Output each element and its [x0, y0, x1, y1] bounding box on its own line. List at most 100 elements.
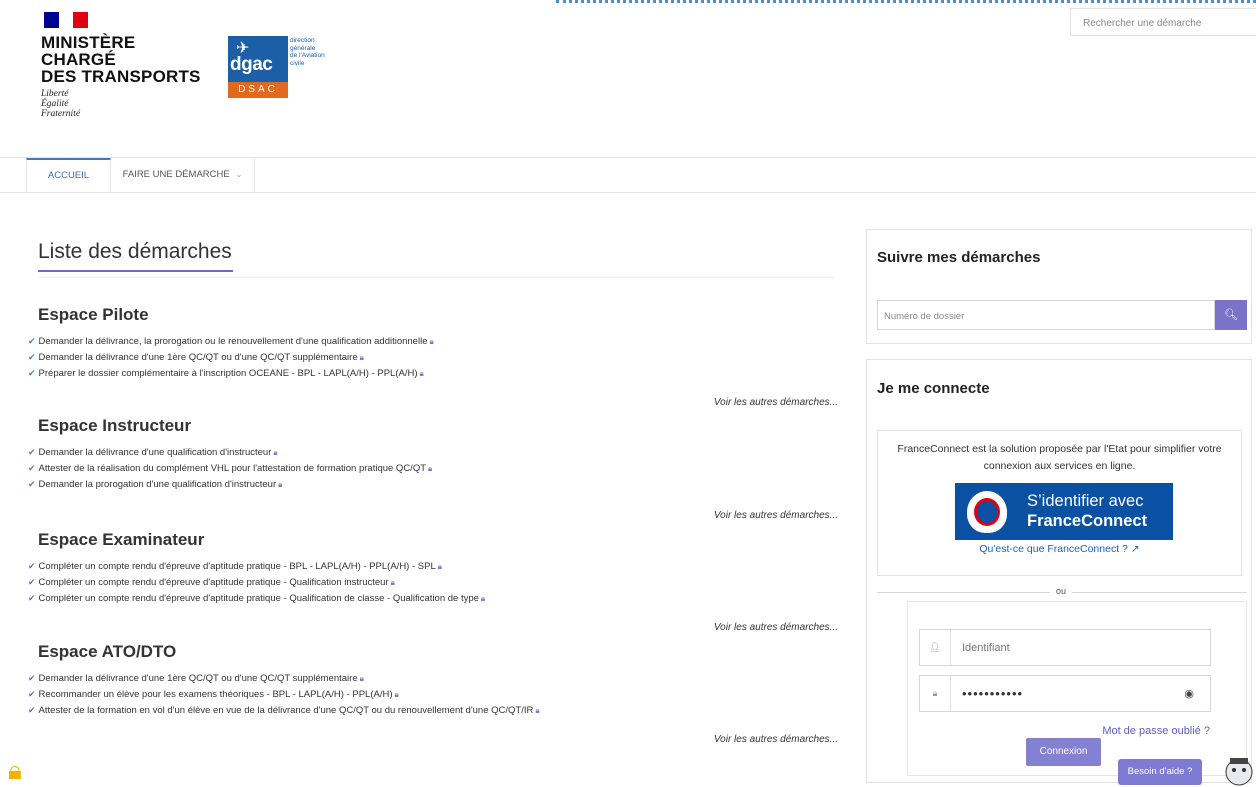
- franceconnect-box: FranceConnect est la solution proposée p…: [877, 430, 1242, 576]
- demarche-list: ✔ Compléter un compte rendu d'épreuve d'a…: [28, 558, 848, 606]
- ministry-line: CHARGÉ: [41, 50, 116, 69]
- check-icon: ✔: [28, 447, 36, 457]
- tab-label: ACCUEIL: [47, 170, 90, 181]
- identifiant-placeholder: Identifiant: [962, 642, 1010, 654]
- password-value: •••••••••••: [962, 686, 1024, 701]
- demarche-item[interactable]: ✔ Compléter un compte rendu d'épreuve d'a…: [28, 574, 848, 590]
- demarche-label: Recommander un élève pour les examens th…: [38, 689, 393, 700]
- voir-autres-link[interactable]: Voir les autres démarches...: [714, 510, 838, 521]
- lock-icon: 🔒︎: [273, 448, 278, 457]
- demarche-item[interactable]: ✔ Attester de la réalisation du complémen…: [28, 460, 848, 476]
- login-form: 👤︎ Identifiant 🔒︎ ••••••••••• ◉ Mot de p…: [907, 601, 1247, 776]
- check-icon: ✔: [28, 561, 36, 571]
- demarche-label: Demander la délivrance d'une 1ère QC/QT …: [38, 673, 358, 684]
- dsac-label: DSAC: [228, 82, 288, 98]
- lock-icon: 🔒︎: [394, 690, 399, 699]
- check-icon: ✔: [28, 463, 36, 473]
- tab-accueil[interactable]: ACCUEIL: [26, 158, 111, 192]
- check-icon: ✔: [28, 336, 36, 346]
- section-espace-ato-dto: Espace ATO/DTO ✔ Demander la délivrance d…: [28, 642, 848, 745]
- eye-icon[interactable]: ◉: [1184, 687, 1194, 700]
- fc-info-label: Qu'est-ce que FranceConnect ?: [979, 543, 1128, 555]
- french-flag-icon: [44, 12, 89, 28]
- franceconnect-button[interactable]: S’identifier avec FranceConnect: [955, 483, 1173, 540]
- search-button[interactable]: 🔍︎: [1215, 300, 1247, 330]
- demarche-item[interactable]: ✔ Compléter un compte rendu d'épreuve d'a…: [28, 590, 848, 606]
- check-icon: ✔: [28, 479, 36, 489]
- lock-icon: 🔒︎: [437, 562, 443, 571]
- demarche-item[interactable]: ✔ Demander la délivrance d'une qualificat…: [28, 444, 848, 460]
- demarche-item[interactable]: ✔ Demander la délivrance d'une 1ère QC/QT…: [28, 349, 848, 365]
- demarche-item[interactable]: ✔ Compléter un compte rendu d'épreuve d'a…: [28, 558, 848, 574]
- dgac-logo-box: ✈ dgac: [228, 36, 288, 82]
- lock-icon: 🔒︎: [359, 674, 364, 683]
- demarche-label: Préparer le dossier complémentaire à l'i…: [38, 368, 418, 379]
- lock-icon: 🔒︎: [390, 578, 395, 587]
- franceconnect-description: FranceConnect est la solution proposée p…: [897, 443, 1222, 472]
- republic-motto: Liberté Égalité Fraternité: [41, 89, 80, 119]
- fc-button-line1: S’identifier avec: [1027, 492, 1144, 510]
- voir-autres-link[interactable]: Voir les autres démarches...: [714, 622, 838, 633]
- dgac-logo[interactable]: ✈ dgac DSAC: [228, 36, 288, 98]
- demarche-label: Demander la prorogation d'une qualificat…: [38, 479, 277, 490]
- demarche-label: Compléter un compte rendu d'épreuve d'ap…: [38, 561, 436, 572]
- demarche-item[interactable]: ✔ Demander la délivrance, la prorogation …: [28, 333, 848, 349]
- section-espace-instructeur: Espace Instructeur ✔ Demander la délivran…: [28, 416, 848, 521]
- external-link-icon: ↗: [1130, 543, 1140, 555]
- demarche-label: Demander la délivrance d'une 1ère QC/QT …: [38, 352, 358, 363]
- demarche-item[interactable]: ✔ Attester de la formation en vol d'un él…: [28, 702, 848, 718]
- or-separator: ou: [1050, 586, 1073, 596]
- franceconnect-logo-icon: [967, 491, 1007, 533]
- dgac-logo-text: dgac: [230, 54, 273, 75]
- check-icon: ✔: [28, 577, 36, 587]
- lock-icon: 🔒︎: [428, 464, 433, 473]
- demarche-label: Attester de la formation en vol d'un élè…: [38, 705, 534, 716]
- identifiant-field[interactable]: 👤︎ Identifiant: [919, 629, 1211, 666]
- demarche-item[interactable]: ✔ Demander la délivrance d'une 1ère QC/QT…: [28, 670, 848, 686]
- demarche-list: ✔ Demander la délivrance, la prorogation …: [28, 333, 848, 381]
- forgot-password-link[interactable]: Mot de passe oublié ?: [1102, 725, 1210, 737]
- ministry-line: MINISTÈRE: [41, 33, 136, 52]
- search-input[interactable]: Rechercher une démarche: [1070, 8, 1256, 36]
- lock-icon: 🔒︎: [429, 337, 434, 346]
- ministry-logo[interactable]: MINISTÈRE CHARGÉ DES TRANSPORTS: [41, 34, 201, 85]
- dgac-side-line: civile: [290, 59, 305, 67]
- help-button[interactable]: Besoin d'aide ?: [1118, 759, 1202, 785]
- demarche-item[interactable]: ✔ Préparer le dossier complémentaire à l'…: [28, 365, 848, 381]
- section-espace-examinateur: Espace Examinateur ✔ Compléter un compte …: [28, 530, 848, 633]
- franceconnect-logo-inner: [974, 498, 1000, 526]
- demarche-list: ✔ Demander la délivrance d'une 1ère QC/QT…: [28, 670, 848, 718]
- connexion-button[interactable]: Connexion: [1026, 738, 1101, 766]
- motto-line: Fraternité: [41, 109, 81, 119]
- demarche-label: Compléter un compte rendu d'épreuve d'ap…: [38, 577, 389, 588]
- dgac-side-text: direction générale de l'Aviation civile: [290, 37, 325, 67]
- fc-button-line2: FranceConnect: [1027, 512, 1148, 530]
- check-icon: ✔: [28, 705, 36, 715]
- search-icon: 🔍︎: [1224, 309, 1238, 321]
- page-title: Liste des démarches: [38, 240, 232, 263]
- lock-icon: 🔒︎: [359, 353, 364, 362]
- title-divider: [38, 277, 834, 278]
- section-title: Espace ATO/DTO: [38, 642, 177, 661]
- password-field[interactable]: 🔒︎ ••••••••••• ◉: [919, 675, 1211, 712]
- chatbot-mascot-icon[interactable]: [1222, 752, 1256, 787]
- check-icon: ✔: [28, 368, 36, 378]
- title-underline: [38, 270, 233, 272]
- voir-autres-link[interactable]: Voir les autres démarches...: [714, 734, 838, 745]
- lock-icon: 🔒︎: [480, 594, 486, 603]
- lock-icon: 🔒︎: [419, 369, 424, 378]
- check-icon: ✔: [28, 593, 36, 603]
- franceconnect-info-link[interactable]: Qu'est-ce que FranceConnect ? ↗: [878, 543, 1241, 555]
- dossier-number-input[interactable]: Numéro de dossier: [877, 300, 1215, 330]
- voir-autres-link[interactable]: Voir les autres démarches...: [714, 397, 838, 408]
- padlock-icon[interactable]: 🔒︎: [8, 755, 22, 787]
- tab-faire-une-demarche[interactable]: FAIRE UNE DÉMARCHE ⌄: [111, 158, 255, 192]
- check-icon: ✔: [28, 673, 36, 683]
- section-title: Espace Instructeur: [38, 416, 192, 435]
- section-espace-pilote: Espace Pilote ✔ Demander la délivrance, l…: [28, 305, 848, 408]
- chevron-down-icon: ⌄: [235, 170, 243, 179]
- demarche-list: ✔ Demander la délivrance d'une qualificat…: [28, 444, 848, 492]
- check-icon: ✔: [28, 352, 36, 362]
- demarche-item[interactable]: ✔ Demander la prorogation d'une qualifica…: [28, 476, 848, 492]
- demarche-item[interactable]: ✔ Recommander un élève pour les examens t…: [28, 686, 848, 702]
